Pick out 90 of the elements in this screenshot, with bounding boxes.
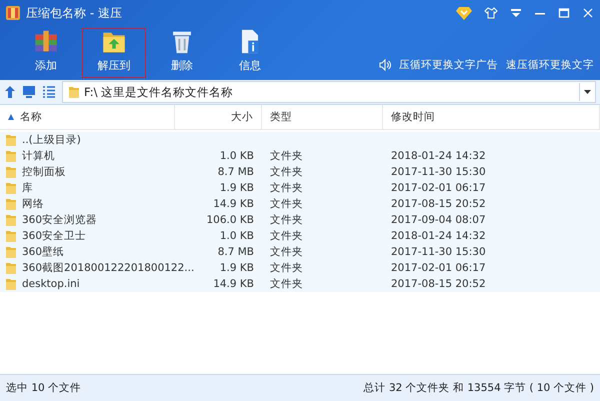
file-modified: 2017-08-15 20:52	[390, 198, 487, 210]
file-row[interactable]: 360壁纸 8.7 MB 文件夹 2017-11-30 15:30	[0, 244, 600, 260]
status-summary: 总计 32 个文件夹 和 13554 字节 ( 10 个文件 )	[364, 381, 594, 395]
file-modified: 2017-08-15 20:52	[390, 278, 487, 290]
path-text: F:\ 这里是文件名称文件名称	[84, 84, 234, 100]
column-title: 类型	[270, 110, 292, 124]
ad-link[interactable]: 速压循环更换文字	[506, 58, 594, 72]
file-row[interactable]: 360安全卫士 1.0 KB 文件夹 2018-01-24 14:32	[0, 228, 600, 244]
file-type: 文件夹	[269, 245, 304, 259]
file-modified: 2017-11-30 15:30	[390, 246, 487, 258]
document-info-icon	[239, 29, 261, 54]
file-name: 360壁纸	[22, 245, 64, 259]
file-type: 文件夹	[269, 149, 304, 163]
file-row[interactable]: 360安全浏览器 106.0 KB 文件夹 2017-09-04 08:07	[0, 212, 600, 228]
column-title: 修改时间	[391, 110, 435, 124]
app-logo-icon	[6, 6, 20, 20]
file-type: 文件夹	[269, 229, 304, 243]
file-modified: 2018-01-24 14:32	[390, 150, 487, 162]
file-modified: 2017-02-01 06:17	[390, 182, 487, 194]
up-arrow-icon[interactable]	[4, 85, 16, 99]
folder-icon	[6, 246, 16, 258]
file-name: desktop.ini	[22, 278, 80, 290]
column-header[interactable]: 名称	[0, 105, 175, 129]
column-title: 名称	[20, 110, 42, 124]
folder-icon	[6, 198, 16, 210]
file-row[interactable]: 控制面板 8.7 MB 文件夹 2017-11-30 15:30	[0, 164, 600, 180]
toolbar-button[interactable]: 信息	[218, 28, 282, 78]
folder-icon	[6, 182, 16, 194]
file-name: 360安全浏览器	[22, 213, 98, 227]
trash-icon	[170, 29, 194, 54]
file-row[interactable]: 库 1.9 KB 文件夹 2017-02-01 06:17	[0, 180, 600, 196]
file-row[interactable]: 计算机 1.0 KB 文件夹 2018-01-24 14:32	[0, 148, 600, 164]
shirt-icon[interactable]	[484, 7, 498, 19]
folder-icon	[6, 150, 16, 162]
column-header[interactable]: 大小	[175, 105, 262, 129]
file-name: 计算机	[22, 149, 55, 163]
file-row[interactable]: 360截图201800122201800122... 1.9 KB 文件夹 2017-02-01 06:17	[0, 260, 600, 276]
window-title: 压缩包名称 - 速压	[26, 4, 122, 22]
file-modified: 2017-02-01 06:17	[390, 262, 487, 274]
maximize-icon[interactable]	[558, 7, 570, 19]
file-size: 1.0 KB	[218, 230, 255, 242]
caret-icon	[584, 90, 591, 94]
file-name: 360安全卫士	[22, 229, 86, 243]
folder-icon	[6, 230, 16, 242]
file-type: 文件夹	[269, 277, 304, 291]
path-field[interactable]: F:\ 这里是文件名称文件名称	[62, 81, 596, 103]
close-icon[interactable]	[582, 7, 594, 19]
column-title: 大小	[231, 110, 253, 124]
monitor-icon[interactable]	[22, 85, 36, 99]
file-row[interactable]: 网络 14.9 KB 文件夹 2017-08-15 20:52	[0, 196, 600, 212]
file-size: 1.9 KB	[218, 182, 255, 194]
folder-icon	[6, 166, 16, 178]
file-type: 文件夹	[269, 261, 304, 275]
file-row[interactable]: desktop.ini 14.9 KB 文件夹 2017-08-15 20:52	[0, 276, 600, 292]
toolbar-button[interactable]: 删除	[150, 28, 214, 78]
file-size: 14.9 KB	[212, 198, 255, 210]
folder-icon	[6, 278, 16, 290]
diamond-icon[interactable]	[456, 6, 472, 20]
file-modified: 2017-11-30 15:30	[390, 166, 487, 178]
file-name: ..(上级目录)	[22, 133, 81, 147]
file-size: 8.7 MB	[216, 166, 255, 178]
folder-icon	[6, 262, 16, 274]
toolbar-button[interactable]: 解压到	[82, 28, 146, 78]
ad-link[interactable]: 压循环更换文字广告	[399, 58, 498, 72]
file-size: 14.9 KB	[212, 278, 255, 290]
file-type: 文件夹	[269, 181, 304, 195]
file-row[interactable]: ..(上级目录)	[0, 132, 600, 148]
column-header[interactable]: 类型	[262, 105, 383, 129]
folder-icon	[6, 214, 16, 226]
folder-icon	[6, 134, 16, 146]
toolbar-button[interactable]: 添加	[14, 28, 78, 78]
file-size: 1.0 KB	[218, 150, 255, 162]
file-name: 网络	[22, 197, 44, 211]
folder-icon	[69, 86, 79, 98]
file-modified: 2017-09-04 08:07	[390, 214, 487, 226]
list-view-icon[interactable]	[42, 86, 56, 98]
file-type: 文件夹	[269, 213, 304, 227]
column-header[interactable]: 修改时间	[383, 105, 600, 129]
file-name: 控制面板	[22, 165, 66, 179]
speaker-icon	[379, 59, 391, 71]
file-type: 文件夹	[269, 165, 304, 179]
file-name: 360截图201800122201800122...	[22, 261, 194, 275]
status-text: 选中 10 个文件	[6, 381, 82, 395]
file-modified: 2018-01-24 14:32	[390, 230, 487, 242]
dropdown-icon[interactable]	[510, 8, 522, 18]
file-name: 库	[22, 181, 33, 195]
sort-arrow-icon	[8, 114, 14, 120]
file-size: 8.7 MB	[216, 246, 255, 258]
file-type: 文件夹	[269, 197, 304, 211]
file-size: 106.0 KB	[206, 214, 255, 226]
